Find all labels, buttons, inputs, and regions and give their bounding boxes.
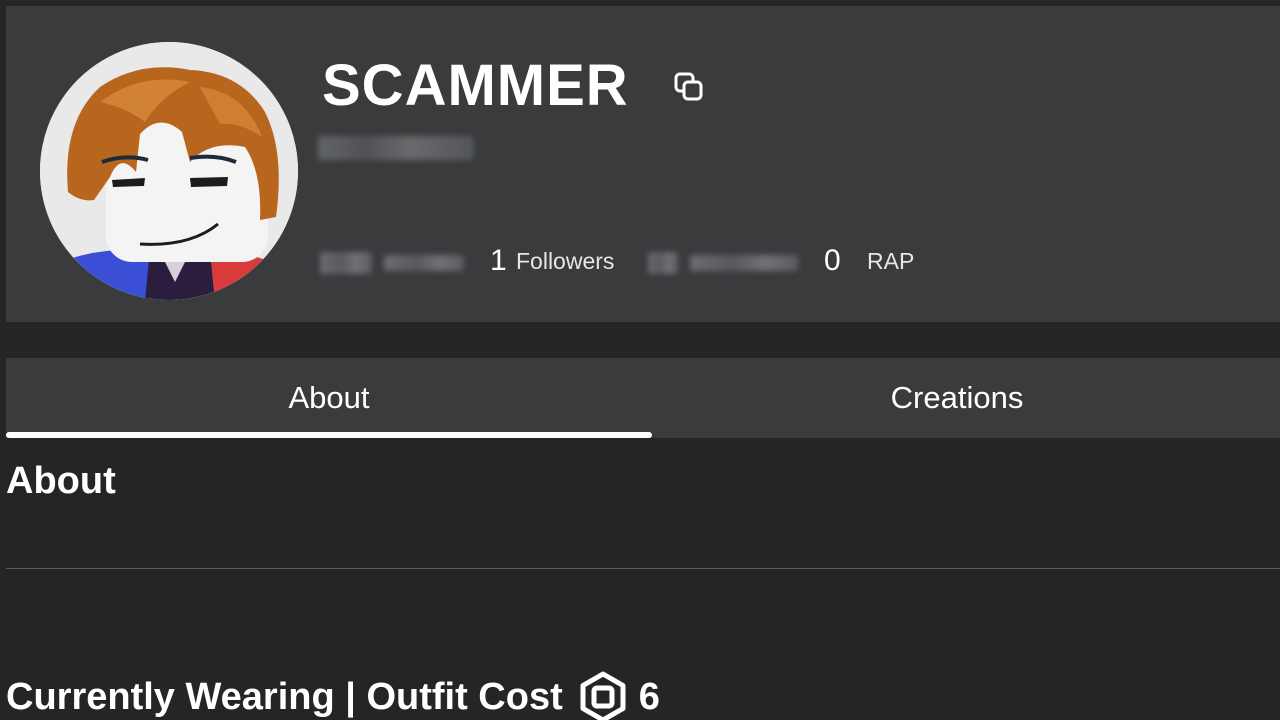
about-heading: About <box>6 460 116 502</box>
tab-about[interactable]: About <box>6 358 652 438</box>
robux-icon <box>580 671 626 720</box>
copy-icon[interactable] <box>672 70 706 104</box>
tab-creations-label: Creations <box>890 380 1024 415</box>
followers-count[interactable]: 1 <box>490 244 507 278</box>
active-tab-indicator <box>6 432 652 438</box>
outfit-cost-value: 6 <box>638 675 660 718</box>
rap-value: 0 <box>824 244 841 277</box>
tab-creations[interactable]: Creations <box>634 358 1280 438</box>
profile-stats: 1 Followers 0 RAP <box>318 242 938 282</box>
friends-count-redacted[interactable] <box>320 252 372 274</box>
section-divider <box>6 568 1280 569</box>
rap-label: RAP <box>867 248 915 274</box>
followers-label[interactable]: Followers <box>516 248 614 275</box>
tab-about-label: About <box>288 380 370 415</box>
friends-label-redacted[interactable] <box>384 255 464 271</box>
following-count-redacted[interactable] <box>648 252 678 274</box>
currently-wearing-title: Currently Wearing | Outfit Cost <box>6 675 563 718</box>
avatar[interactable] <box>40 42 298 300</box>
following-label-redacted[interactable] <box>690 255 798 271</box>
display-name-redacted <box>318 136 474 160</box>
profile-tabs: About Creations <box>6 358 1280 438</box>
currently-wearing-header: Currently Wearing | Outfit Cost 6 <box>6 671 660 720</box>
username: SCAMMER <box>322 53 629 118</box>
profile-header: SCAMMER 1 Followers 0 RAP <box>6 6 1280 322</box>
avatar-image <box>40 42 298 300</box>
profile-page: SCAMMER 1 Followers 0 RAP About Creation… <box>0 0 1280 720</box>
